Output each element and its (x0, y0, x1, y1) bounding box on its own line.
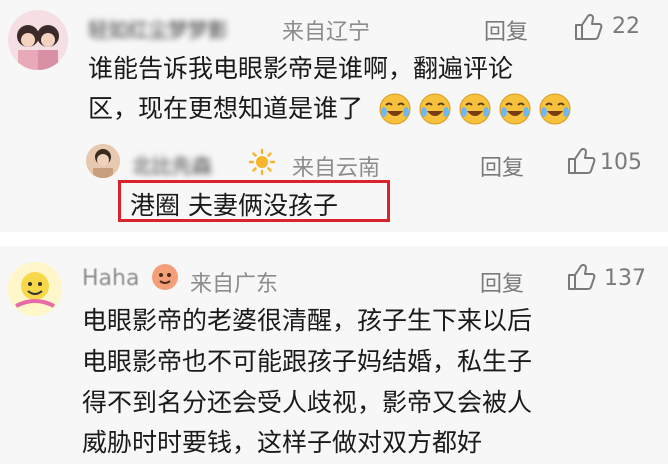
reply-avatar[interactable] (86, 144, 120, 178)
location-label: 来自广东 (190, 272, 279, 297)
comment-text-line: 得不到名分还会受人歧视，影帝又会被人 (82, 388, 533, 417)
comment-card-1: 轻如红尘梦梦影 来自辽宁 回复 22 谁能告诉我电眼影帝是谁啊，翻遍评论 区，现… (0, 0, 668, 232)
author-name[interactable]: 轻如红尘梦梦影 (88, 14, 266, 42)
laughing-crying-face-icon (379, 93, 411, 125)
reply-button[interactable]: 回复 (480, 266, 524, 298)
avatar[interactable] (8, 262, 62, 316)
comment-text-line: 区，现在更想知道是谁了 (88, 94, 364, 123)
avatar-image (8, 10, 68, 70)
comment-text-line: 威胁时时要钱，这样子做对双方都好 (82, 428, 483, 457)
comment-text-line: 电眼影帝也不可能跟孩子妈结婚，私生子 (82, 347, 533, 376)
like-count: 105 (600, 150, 642, 175)
badge-icon (152, 264, 178, 290)
avatar[interactable] (8, 10, 68, 70)
reply-button[interactable]: 回复 (480, 150, 524, 182)
card-divider (0, 232, 668, 246)
like-count: 137 (604, 266, 646, 291)
reply-location-label: 来自云南 (292, 156, 381, 181)
thumbs-up-icon[interactable] (573, 12, 603, 42)
avatar-image (8, 262, 62, 316)
laughing-crying-face-icon (459, 93, 491, 125)
comment-text-line: 谁能告诉我电眼影帝是谁啊，翻遍评论 (88, 54, 514, 83)
thumbs-up-icon[interactable] (566, 146, 596, 176)
author-name[interactable]: Haha (82, 266, 139, 291)
like-count: 22 (612, 14, 640, 39)
reply-text: 港圈 夫妻俩没孩子 (130, 191, 338, 220)
laughing-crying-face-icon (539, 93, 571, 125)
sun-badge-icon (248, 148, 276, 176)
reply-button[interactable]: 回复 (484, 14, 528, 46)
reply-author-name[interactable]: 北比先森 (132, 150, 242, 178)
location-label: 来自辽宁 (282, 20, 371, 45)
laughing-crying-face-icon (499, 93, 531, 125)
avatar-image (86, 144, 120, 178)
comment-card-2: Haha 来自广东 回复 137 电眼影帝的老婆很清醒，孩子生下来以后 电眼影帝… (0, 246, 668, 464)
comment-text-line: 电眼影帝的老婆很清醒，孩子生下来以后 (82, 306, 533, 335)
laughing-crying-face-icon (419, 93, 451, 125)
thumbs-up-icon[interactable] (566, 262, 596, 292)
